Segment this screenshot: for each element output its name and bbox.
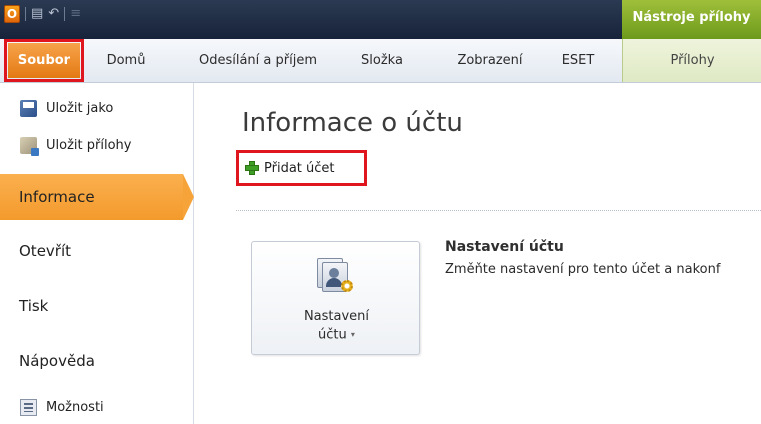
ribbon-tab-row: Soubor Domů Odesílání a příjem Složka Zo… xyxy=(0,39,761,83)
tab-view[interactable]: Zobrazení xyxy=(448,39,532,82)
nav-help[interactable]: Nápověda xyxy=(0,338,193,384)
section-divider xyxy=(236,210,761,211)
tab-eset[interactable]: ESET xyxy=(556,39,600,82)
save-as-icon xyxy=(20,99,37,117)
section-description: Změňte nastavení pro tento účet a nakonf xyxy=(445,262,721,277)
plus-icon xyxy=(245,161,259,175)
save-as-label: Uložit jako xyxy=(46,100,114,116)
tab-folder[interactable]: Složka xyxy=(352,39,412,82)
chevron-down-icon: ▾ xyxy=(350,330,355,339)
account-settings-icon xyxy=(315,256,355,294)
tab-send-receive[interactable]: Odesílání a příjem xyxy=(188,39,328,82)
contextual-tab-title: Nástroje přílohy xyxy=(622,0,761,39)
tab-home[interactable]: Domů xyxy=(96,39,156,82)
undo-icon[interactable]: ↶ xyxy=(48,6,59,22)
options-icon xyxy=(20,398,37,416)
save-attachments-icon xyxy=(20,136,39,156)
save-attachments-label: Uložit přílohy xyxy=(46,137,132,153)
outlook-app-icon[interactable]: O xyxy=(4,5,20,23)
tab-attachments[interactable]: Přílohy xyxy=(622,39,761,82)
account-settings-button[interactable]: Nastavení účtu ▾ xyxy=(251,241,420,355)
save-as-command[interactable]: Uložit jako xyxy=(20,97,113,119)
quick-access-toolbar: O ▤ ↶ ≡ xyxy=(4,5,81,23)
options-label: Možnosti xyxy=(46,399,104,415)
qat-separator xyxy=(25,7,26,21)
save-attachments-command[interactable]: Uložit přílohy xyxy=(20,134,131,156)
qat-separator xyxy=(64,7,66,21)
send-receive-icon[interactable]: ▤ xyxy=(31,6,43,22)
nav-info[interactable]: Informace xyxy=(0,174,194,220)
add-account-label: Přidat účet xyxy=(264,160,335,176)
account-settings-label: Nastavení účtu ▾ xyxy=(303,309,370,343)
options-command[interactable]: Možnosti xyxy=(20,396,104,418)
add-account-button[interactable]: Přidat účet xyxy=(236,150,367,186)
backstage-nav: Uložit jako Uložit přílohy Informace Ote… xyxy=(0,83,194,424)
tab-file[interactable]: Soubor xyxy=(4,39,84,82)
section-heading: Nastavení účtu xyxy=(445,239,564,255)
title-bar: O ▤ ↶ ≡ xyxy=(0,0,622,39)
page-title: Informace o účtu xyxy=(242,108,463,138)
nav-open[interactable]: Otevřít xyxy=(0,228,193,274)
nav-print[interactable]: Tisk xyxy=(0,283,193,329)
customize-qat-icon[interactable]: ≡ xyxy=(70,6,81,22)
